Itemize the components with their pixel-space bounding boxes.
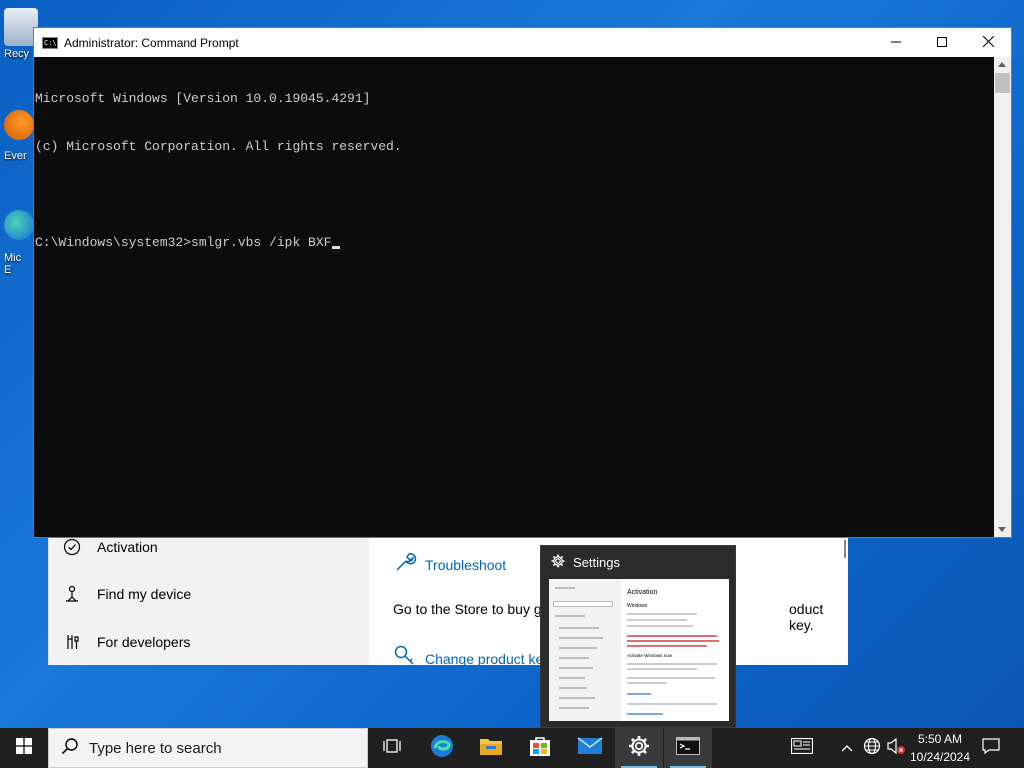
minimize-button[interactable]: [873, 28, 919, 57]
task-view-icon: [383, 737, 401, 760]
preview-subheading: Windows: [627, 603, 648, 609]
edge-icon: [430, 734, 454, 763]
news-icon: [790, 737, 814, 759]
gear-icon: [551, 554, 565, 571]
edge-icon: [4, 210, 34, 240]
taskbar-app-settings[interactable]: [615, 728, 663, 768]
maximize-icon: [937, 34, 947, 52]
cmd-vertical-scrollbar[interactable]: [994, 57, 1011, 537]
notification-icon: [982, 737, 1000, 759]
volume-button[interactable]: [884, 728, 908, 768]
taskbar-app-file-explorer[interactable]: [467, 728, 515, 768]
nav-item-activation[interactable]: Activation: [63, 538, 158, 556]
windows-logo-icon: [16, 737, 32, 759]
cmd-app-icon: C:\.: [42, 36, 61, 49]
clock-date: 10/24/2024: [909, 750, 971, 764]
preview-section: Activate Windows now: [627, 653, 673, 658]
search-icon: [61, 737, 79, 760]
cmd-icon: [676, 736, 700, 760]
troubleshoot-link[interactable]: Troubleshoot: [393, 550, 506, 579]
developer-tools-icon: [63, 633, 81, 651]
preview-nav: [549, 579, 621, 721]
clock-time: 5:50 AM: [917, 732, 963, 746]
close-icon: [982, 34, 994, 52]
task-view-button[interactable]: [368, 728, 416, 768]
cmd-title-bar[interactable]: C:\. Administrator: Command Prompt: [34, 28, 1011, 57]
nav-item-find-my-device[interactable]: Find my device: [63, 585, 191, 603]
nav-item-label: Activation: [97, 539, 158, 555]
console-prompt-text: C:\Windows\system32>smlgr.vbs /ipk BXF: [35, 235, 332, 250]
console-line: Microsoft Windows [Version 10.0.19045.42…: [35, 91, 371, 106]
everything-app-icon: [4, 110, 34, 140]
news-widget-button[interactable]: [782, 728, 822, 768]
key-icon: [393, 644, 417, 673]
mail-icon: [577, 736, 603, 761]
store-text-part1: Go to the Store to buy ge: [393, 601, 550, 617]
clock[interactable]: 5:50 AM 10/24/2024: [906, 730, 974, 766]
settings-nav: Activation Find my device For developers: [49, 536, 369, 665]
maximize-button[interactable]: [919, 28, 965, 57]
command-prompt-window: C:\. Administrator: Command Prompt Micro…: [33, 27, 1012, 538]
taskbar-search-box[interactable]: [48, 728, 368, 768]
nav-item-label: Find my device: [97, 586, 192, 602]
taskbar-app-edge[interactable]: [418, 728, 466, 768]
gear-icon: [628, 735, 650, 762]
minimize-icon: [891, 34, 901, 52]
thumbnail-header: Settings: [541, 546, 735, 578]
taskbar: 5:50 AM 10/24/2024: [0, 728, 1024, 768]
globe-icon: [863, 737, 881, 760]
chevron-up-icon: [841, 739, 853, 757]
settings-thumbnail-preview[interactable]: Settings Activation Windows Activate Win…: [540, 545, 736, 728]
store-text-part2: oduct key.: [789, 601, 824, 633]
action-center-button[interactable]: [976, 728, 1006, 768]
show-hidden-icons-button[interactable]: [836, 728, 858, 768]
preview-heading: Activation: [627, 589, 658, 596]
console-line: (c) Microsoft Corporation. All rights re…: [35, 139, 402, 154]
nav-item-for-developers[interactable]: For developers: [63, 633, 190, 651]
thumbnail-window-preview: Activation Windows Activate Windows now: [549, 579, 729, 721]
wrench-icon: [393, 550, 417, 579]
network-button[interactable]: [860, 728, 884, 768]
start-button[interactable]: [0, 728, 48, 768]
speaker-muted-icon: [886, 737, 906, 760]
settings-scrollbar[interactable]: [844, 540, 846, 558]
taskbar-app-store[interactable]: [516, 728, 564, 768]
person-pin-icon: [63, 585, 81, 603]
troubleshoot-label: Troubleshoot: [425, 556, 507, 573]
search-input[interactable]: [89, 739, 349, 757]
change-product-key-label: Change product ke: [425, 650, 544, 667]
taskbar-app-command-prompt[interactable]: [664, 728, 712, 768]
folder-icon: [479, 736, 503, 761]
scrollbar-thumb[interactable]: [995, 73, 1010, 93]
close-button[interactable]: [965, 28, 1011, 57]
window-title: Administrator: Command Prompt: [64, 35, 239, 50]
change-product-key-link[interactable]: Change product ke: [393, 644, 543, 673]
console-input-line[interactable]: C:\Windows\system32>smlgr.vbs /ipk BXF: [35, 235, 993, 251]
check-circle-icon: [63, 538, 81, 556]
nav-item-label: For developers: [97, 634, 191, 650]
console-output[interactable]: Microsoft Windows [Version 10.0.19045.42…: [34, 57, 994, 537]
scroll-up-icon[interactable]: [998, 62, 1006, 67]
scroll-down-icon[interactable]: [998, 527, 1006, 532]
text-cursor: [332, 246, 341, 249]
store-bag-icon: [529, 735, 551, 762]
taskbar-app-mail[interactable]: [566, 728, 614, 768]
thumbnail-title: Settings: [573, 554, 620, 570]
